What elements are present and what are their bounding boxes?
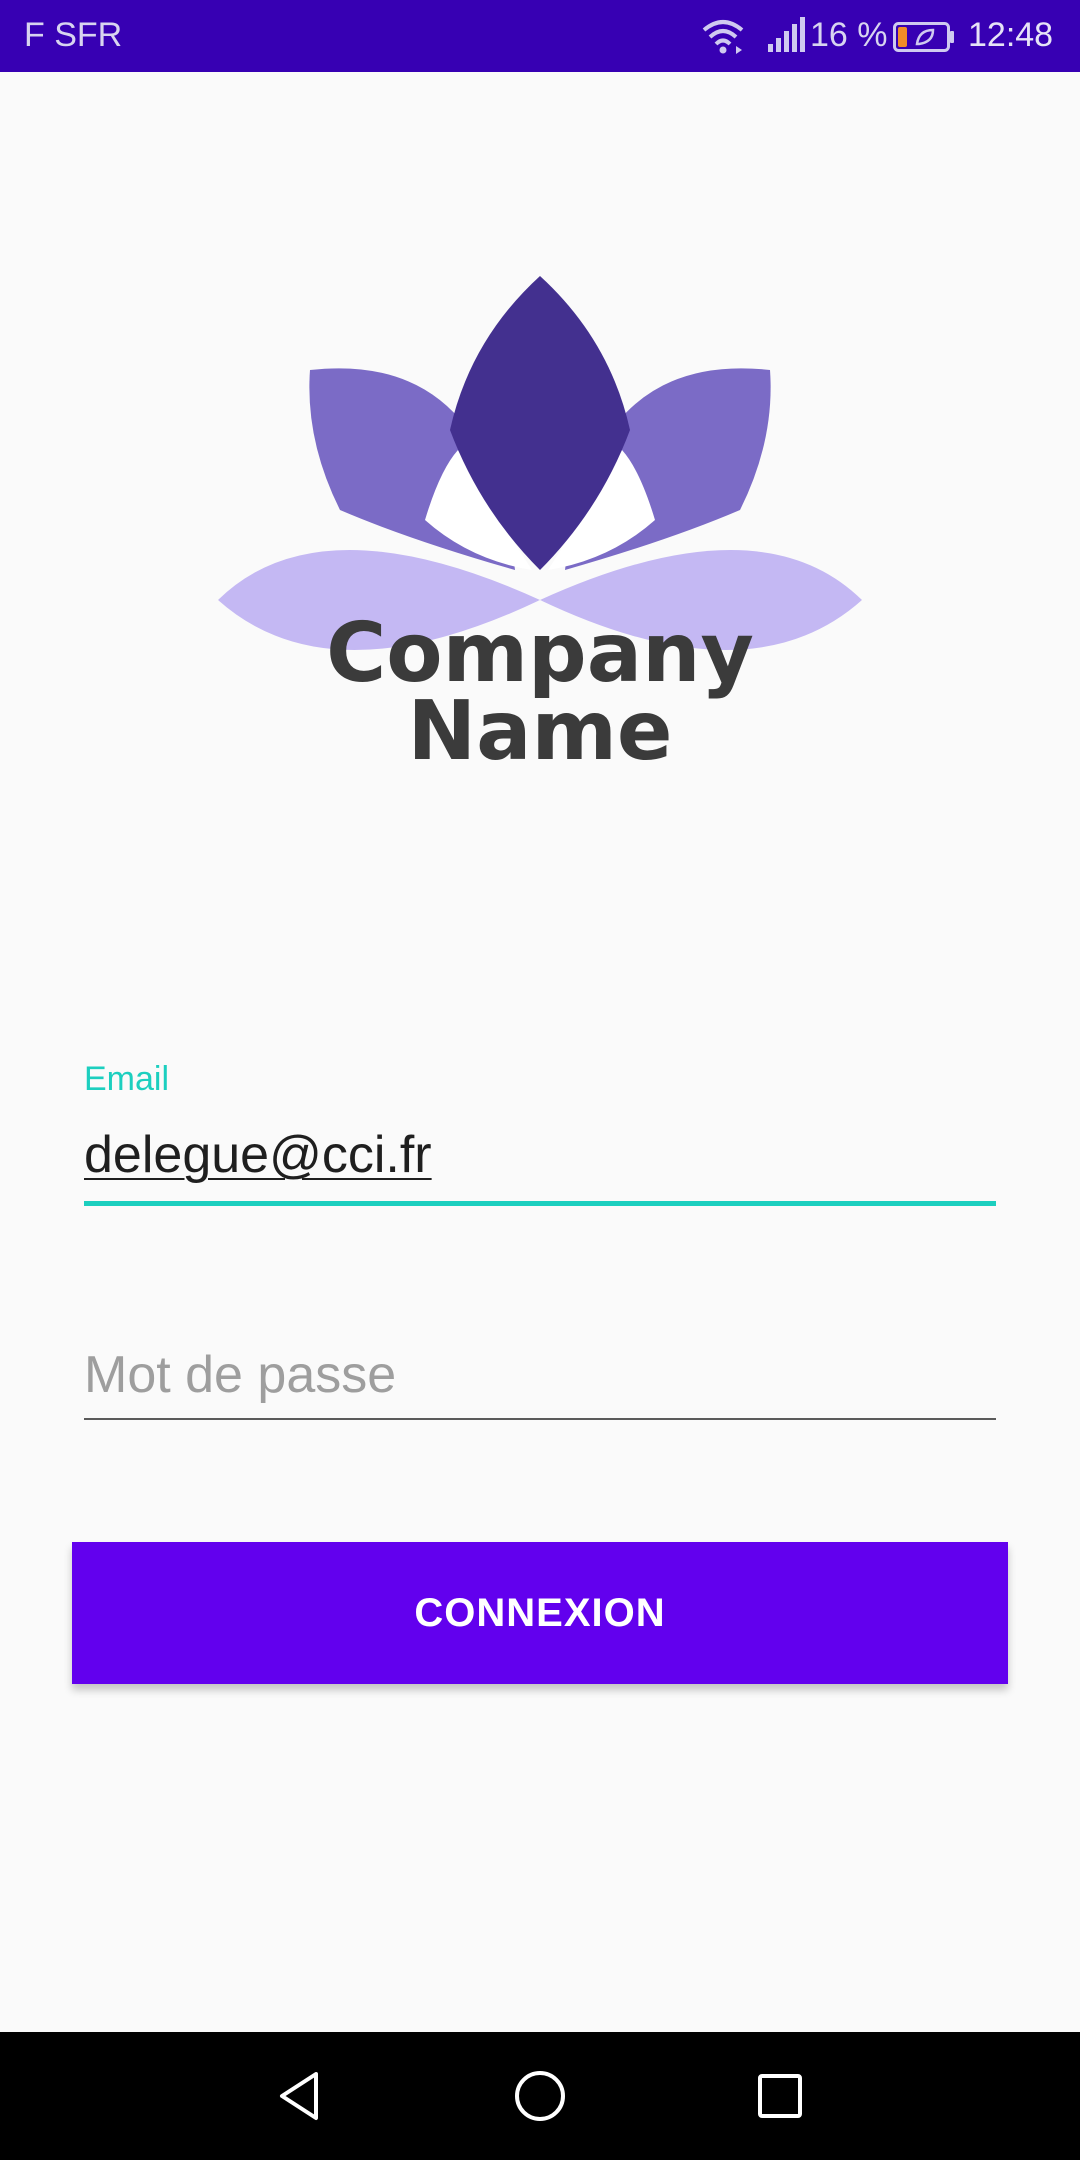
home-icon[interactable] <box>508 2064 572 2128</box>
email-field[interactable]: delegue@cci.fr <box>84 1125 996 1200</box>
navigation-bar <box>0 2032 1080 2160</box>
carrier-name: F SFR <box>24 16 123 54</box>
email-label: Email <box>84 1060 170 1098</box>
clock: 12:48 <box>968 16 1054 54</box>
password-field-underline <box>84 1418 996 1420</box>
signal-icon <box>768 17 805 52</box>
company-logo: Company Name <box>210 270 870 790</box>
battery-percent: 16 % <box>810 16 888 54</box>
login-button[interactable]: CONNEXION <box>72 1542 1008 1684</box>
wifi-icon <box>702 20 744 54</box>
password-field[interactable]: Mot de passe <box>84 1345 996 1420</box>
company-name-text: Company Name <box>210 606 870 779</box>
recent-apps-icon[interactable] <box>748 2064 812 2128</box>
battery-icon <box>893 22 954 52</box>
company-name-line2: Name <box>407 684 673 779</box>
company-name-line1: Company <box>326 606 754 701</box>
email-field-underline <box>84 1201 996 1206</box>
status-bar: F SFR 16 % 12:48 <box>0 0 1080 72</box>
back-icon[interactable] <box>268 2064 332 2128</box>
